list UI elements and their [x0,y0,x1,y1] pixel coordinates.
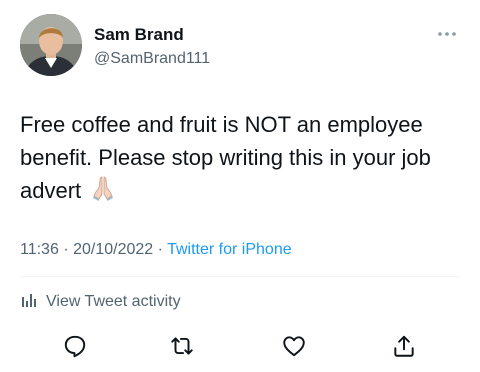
share-icon[interactable] [388,330,420,362]
tweet-meta: 11:36 · 20/10/2022 · Twitter for iPhone [20,241,292,259]
meta-separator: · [157,241,163,258]
view-tweet-activity-link[interactable]: View Tweet activity [20,290,181,313]
author-handle[interactable]: @SamBrand111 [94,50,210,68]
retweet-icon[interactable] [166,330,198,362]
avatar[interactable] [20,14,82,76]
meta-separator: · [63,241,69,258]
bar-chart-icon [20,290,46,313]
tweet-time[interactable]: 11:36 [20,241,59,258]
folded-hands-emoji [91,175,115,210]
tweet-text-body: Free coffee and fruit is NOT an employee… [20,112,431,203]
tweet-date[interactable]: 20/10/2022 [73,241,153,258]
activity-label: View Tweet activity [46,292,181,310]
more-horizontal-icon[interactable] [434,24,460,44]
reply-icon[interactable] [59,330,91,362]
action-bar [0,330,480,362]
author-name[interactable]: Sam Brand [94,25,184,45]
heart-icon[interactable] [278,330,310,362]
tweet-text: Free coffee and fruit is NOT an employee… [20,108,460,210]
tweet-source[interactable]: Twitter for iPhone [167,241,292,258]
divider [20,276,460,277]
